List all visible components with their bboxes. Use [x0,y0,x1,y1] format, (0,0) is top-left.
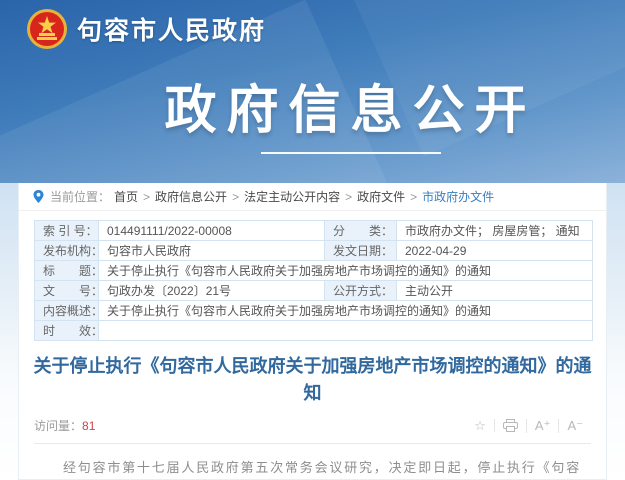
validity-value [98,320,593,341]
validity-label: 时 效： [34,320,99,341]
font-decrease-button[interactable]: A⁻ [558,418,591,433]
issuer-value: 句容市人民政府 [98,240,325,261]
openness-value: 主动公开 [396,280,593,301]
title-label: 标 题： [34,260,99,281]
national-emblem-icon [27,9,67,49]
table-row: 文 号： 句政办发〔2022〕21号 公开方式： 主动公开 [34,280,593,301]
table-row: 索 引 号： 014491111/2022-00008 分 类： 市政府办文件；… [34,220,593,241]
breadcrumb-separator: > [143,189,151,204]
openness-label: 公开方式： [324,280,397,301]
breadcrumb-separator: > [345,189,353,204]
issue-date-value: 2022-04-29 [396,240,593,261]
site-name[interactable]: 句容市人民政府 [77,11,266,47]
category-value: 市政府办文件； 房屋房管； 通知 [396,220,593,241]
article-meta-row: 访问量：81 ☆ A⁺ A⁻ [34,417,591,434]
page: 句容市人民政府 政府信息公开 当前位置： 首页 > 政府信息公开 > 法定主动公… [0,0,625,480]
page-title: 关于停止执行《句容市人民政府关于加强房地产市场调控的通知》的通知 [33,356,592,403]
table-row: 内容概述： 关于停止执行《句容市人民政府关于加强房地产市场调控的通知》的通知 [34,300,593,321]
article-toolbar: ☆ A⁺ A⁻ [466,418,591,433]
breadcrumb-item-home[interactable]: 首页 [114,188,138,205]
breadcrumb-separator: > [410,189,418,204]
site-header: 句容市人民政府 [26,8,266,50]
issuer-label: 发布机构： [34,240,99,261]
breadcrumb-item-statutory-content[interactable]: 法定主动公开内容 [244,188,340,205]
print-icon[interactable] [493,419,526,432]
content-background: 当前位置： 首页 > 政府信息公开 > 法定主动公开内容 > 政府文件 > 市政… [0,183,625,480]
summary-label: 内容概述： [34,300,99,321]
breadcrumb-item-info-disclosure[interactable]: 政府信息公开 [155,188,227,205]
location-pin-icon [33,190,44,203]
divider [34,443,591,444]
banner: 句容市人民政府 政府信息公开 [0,0,625,183]
issue-date-label: 发文日期： [324,240,397,261]
title-value: 关于停止执行《句容市人民政府关于加强房地产市场调控的通知》的通知 [98,260,593,281]
visit-counter: 访问量：81 [34,417,95,434]
index-number-label: 索 引 号： [34,220,99,241]
document-body-text: 经句容市第十七届人民政府第五次常务会议研究，决定即日起，停止执行《句容市人民政府… [63,461,582,476]
breadcrumb-label: 当前位置： [50,190,111,204]
doc-number-value: 句政办发〔2022〕21号 [98,280,325,301]
table-row: 时 效： [34,320,593,341]
breadcrumb-current-item[interactable]: 市政府办文件 [422,188,494,205]
table-row: 标 题： 关于停止执行《句容市人民政府关于加强房地产市场调控的通知》的通知 [34,260,593,281]
table-row: 发布机构： 句容市人民政府 发文日期： 2022-04-29 [34,240,593,261]
breadcrumb-separator: > [232,189,240,204]
breadcrumb-item-gov-documents[interactable]: 政府文件 [357,188,405,205]
visit-counter-label: 访问量： [34,419,83,433]
banner-title: 政府信息公开 [164,82,537,140]
favorite-star-icon[interactable]: ☆ [466,418,494,433]
breadcrumb: 当前位置： 首页 > 政府信息公开 > 法定主动公开内容 > 政府文件 > 市政… [19,183,606,211]
font-increase-button[interactable]: A⁺ [525,418,559,433]
doc-number-label: 文 号： [34,280,99,301]
index-number-value: 014491111/2022-00008 [98,220,325,241]
summary-value: 关于停止执行《句容市人民政府关于加强房地产市场调控的通知》的通知 [98,300,593,321]
document-info-table: 索 引 号： 014491111/2022-00008 分 类： 市政府办文件；… [34,220,593,341]
category-label: 分 类： [324,220,397,241]
visit-count: 81 [82,419,96,433]
banner-title-underline [260,152,441,154]
banner-title-block: 政府信息公开 [38,68,625,154]
content-panel: 当前位置： 首页 > 政府信息公开 > 法定主动公开内容 > 政府文件 > 市政… [18,183,607,480]
